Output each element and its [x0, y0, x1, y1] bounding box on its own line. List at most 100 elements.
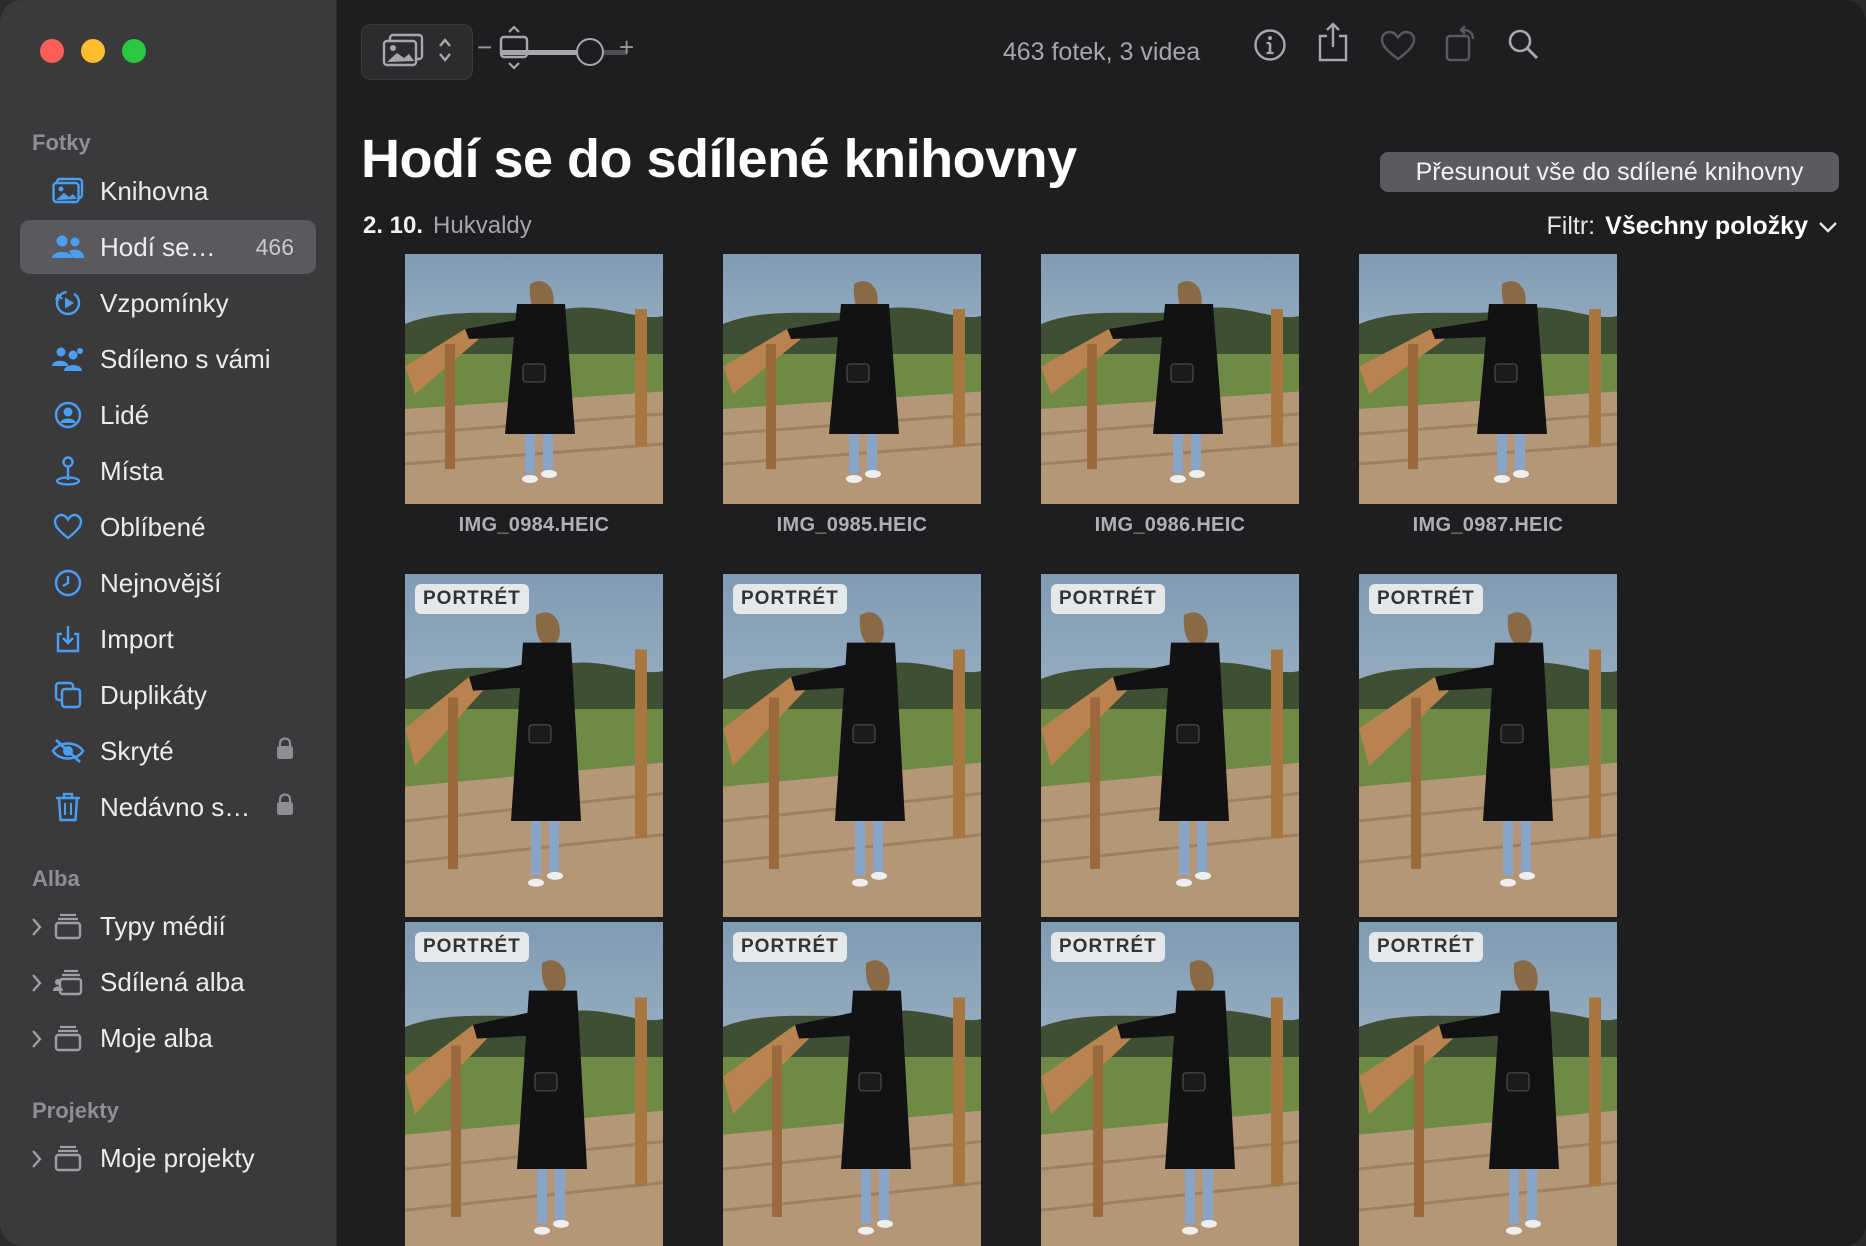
chevron-right-icon[interactable] [30, 1146, 44, 1177]
photo-thumbnail[interactable] [1041, 254, 1299, 504]
window-controls [40, 39, 146, 63]
clock-icon [50, 565, 86, 601]
page-title: Hodí se do sdílené knihovny [361, 129, 1077, 189]
photo-filename: IMG_0984.HEIC [458, 514, 610, 536]
photo-thumbnail[interactable] [723, 254, 981, 504]
photo-image [723, 574, 981, 917]
photo-cell[interactable]: PORTRÉTIMG_0990.HEIC [1041, 574, 1299, 950]
main-content: − + 463 fotek, 3 videa Hodí se do sdílen… [337, 0, 1866, 1246]
zoom-in-button[interactable]: + [619, 32, 634, 63]
portrait-badge: PORTRÉT [1369, 932, 1483, 962]
photo-thumbnail[interactable] [405, 254, 663, 504]
photo-cell[interactable]: PORTRÉT [723, 922, 981, 1246]
photo-thumbnail[interactable]: PORTRÉT [723, 574, 981, 917]
sidebar-item-typy-medii[interactable]: Typy médií [20, 899, 316, 953]
portrait-badge: PORTRÉT [1051, 584, 1165, 614]
eye-slash-icon [50, 733, 86, 769]
sidebar-item-oblibene[interactable]: Oblíbené [20, 500, 316, 554]
photo-cell[interactable]: PORTRÉTIMG_0991.HEIC [1359, 574, 1617, 950]
sidebar-item-skryte[interactable]: Skryté [20, 724, 316, 778]
photo-cell[interactable]: PORTRÉT [405, 922, 663, 1246]
fit-to-screen-icon[interactable] [499, 26, 529, 70]
section-title-projekty: Projekty [32, 1098, 119, 1123]
sidebar-item-label: Vzpomínky [100, 287, 229, 318]
portrait-badge: PORTRÉT [415, 932, 529, 962]
shared-album-icon [50, 964, 86, 1000]
date-header: 2. 10. Hukvaldy [363, 212, 532, 240]
photo-filename: IMG_0986.HEIC [1094, 514, 1246, 536]
photo-thumbnail[interactable]: PORTRÉT [1359, 922, 1617, 1246]
share-icon[interactable] [1317, 22, 1349, 62]
sidebar-item-hodi-se[interactable]: Hodí se… 466 [20, 220, 316, 274]
sidebar-item-sdilena-alba[interactable]: Sdílená alba [20, 955, 316, 1009]
info-icon[interactable] [1253, 28, 1287, 62]
photo-thumbnail[interactable]: PORTRÉT [1041, 574, 1299, 917]
photo-cell[interactable]: IMG_0984.HEIC [405, 254, 663, 537]
photo-cell[interactable]: PORTRÉT [1041, 922, 1299, 1246]
photo-library-icon [50, 173, 86, 209]
sidebar-item-mista[interactable]: Místa [20, 444, 316, 498]
sidebar-item-label: Moje projekty [100, 1142, 255, 1173]
sidebar-item-vzpominky[interactable]: Vzpomínky [20, 276, 316, 330]
album-stack-icon [50, 1140, 86, 1176]
portrait-badge: PORTRÉT [733, 584, 847, 614]
photo-image [723, 922, 981, 1246]
sidebar-item-label: Skryté [100, 735, 174, 766]
section-title-alba: Alba [32, 866, 80, 891]
photo-thumbnail[interactable]: PORTRÉT [405, 922, 663, 1246]
toolbar: − + 463 fotek, 3 videa [337, 0, 1866, 104]
photo-image [1359, 254, 1617, 504]
photo-cell[interactable]: PORTRÉT [1359, 922, 1617, 1246]
minimize-window-button[interactable] [81, 39, 105, 63]
photo-cell[interactable]: IMG_0987.HEIC [1359, 254, 1617, 537]
photo-thumbnail[interactable]: PORTRÉT [1359, 574, 1617, 917]
zoom-out-button[interactable]: − [477, 32, 492, 63]
sidebar-item-import[interactable]: Import [20, 612, 316, 666]
sidebar-item-moje-projekty[interactable]: Moje projekty [20, 1131, 316, 1185]
zoom-slider-knob[interactable] [575, 38, 604, 66]
photo-thumbnail[interactable]: PORTRÉT [723, 922, 981, 1246]
people-icon [50, 229, 86, 265]
person-circle-icon [50, 397, 86, 433]
rotate-icon[interactable] [1445, 24, 1479, 62]
sidebar-item-lide[interactable]: Lidé [20, 388, 316, 442]
chevron-right-icon[interactable] [30, 1026, 44, 1057]
photo-thumbnail[interactable] [1359, 254, 1617, 504]
view-mode-button[interactable] [361, 24, 473, 80]
sidebar-item-sdileno-s-vami[interactable]: Sdíleno s vámi [20, 332, 316, 386]
photo-image [1359, 922, 1617, 1246]
filter-value: Všechny položky [1605, 212, 1808, 240]
sidebar-item-duplikaty[interactable]: Duplikáty [20, 668, 316, 722]
photo-cell[interactable]: IMG_0986.HEIC [1041, 254, 1299, 537]
sidebar-item-nejnovejsi[interactable]: Nejnovější [20, 556, 316, 610]
chevron-right-icon[interactable] [30, 970, 44, 1001]
zoom-window-button[interactable] [122, 39, 146, 63]
photo-thumbnail[interactable]: PORTRÉT [405, 574, 663, 917]
filter-dropdown[interactable]: Filtr: Všechny položky [1547, 212, 1838, 241]
sidebar-item-moje-alba[interactable]: Moje alba [20, 1011, 316, 1065]
sidebar-item-knihovna[interactable]: Knihovna [20, 164, 316, 218]
chevron-down-icon [1818, 212, 1838, 241]
photo-cell[interactable]: PORTRÉTIMG_0989.HEIC [723, 574, 981, 950]
sidebar-item-label: Knihovna [100, 175, 209, 206]
sidebar-item-label: Import [100, 623, 174, 654]
sidebar-item-label: Oblíbené [100, 511, 206, 542]
item-count-badge: 466 [255, 233, 294, 260]
place-label: Hukvaldy [433, 212, 532, 239]
search-icon[interactable] [1507, 28, 1539, 60]
photo-thumbnail[interactable]: PORTRÉT [1041, 922, 1299, 1246]
move-all-to-shared-library-button[interactable]: Přesunout vše do sdílené knihovny [1380, 152, 1839, 192]
portrait-badge: PORTRÉT [1369, 584, 1483, 614]
chevron-right-icon[interactable] [30, 914, 44, 945]
zoom-slider[interactable] [500, 38, 628, 66]
close-window-button[interactable] [40, 39, 64, 63]
sidebar-item-label: Lidé [100, 399, 150, 430]
photo-cell[interactable]: IMG_0985.HEIC [723, 254, 981, 537]
sidebar-item-nedavno-smazane[interactable]: Nedávno s… [20, 780, 316, 834]
portrait-badge: PORTRÉT [733, 932, 847, 962]
trash-icon [50, 789, 86, 825]
sidebar: Fotky Knihovna Hodí se… 466 Vzpomínky Sd… [0, 0, 337, 1246]
portrait-badge: PORTRÉT [1051, 932, 1165, 962]
photo-cell[interactable]: PORTRÉTIMG_0988.HEIC [405, 574, 663, 950]
favorite-heart-icon[interactable] [1380, 30, 1416, 62]
